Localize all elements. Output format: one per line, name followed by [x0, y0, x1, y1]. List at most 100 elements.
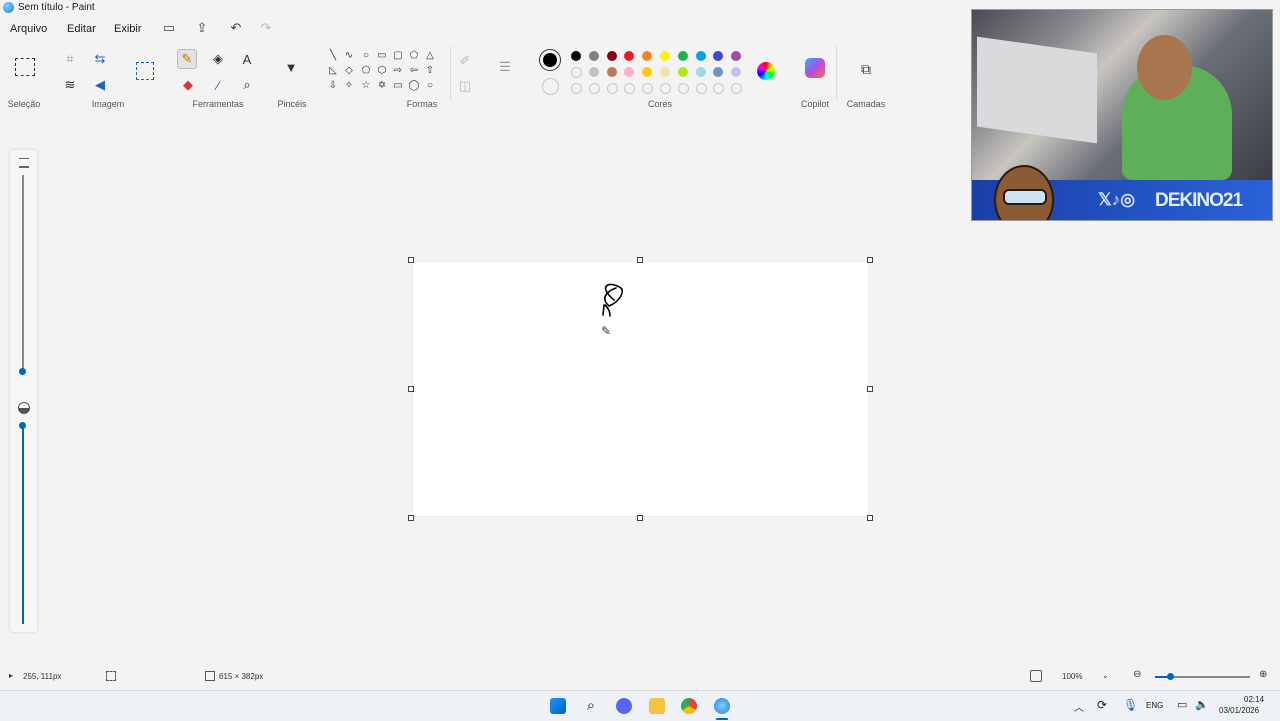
image-select-icon[interactable]	[136, 62, 154, 80]
save-icon[interactable]: ▭	[161, 20, 177, 36]
resize-handle-bottom-left[interactable]	[408, 515, 414, 521]
file-explorer-icon[interactable]	[649, 698, 665, 714]
color-swatch[interactable]	[588, 83, 600, 94]
color-swatch[interactable]	[571, 83, 582, 94]
color-swatch[interactable]	[677, 83, 689, 94]
color-swatch[interactable]	[606, 67, 617, 77]
color-swatch[interactable]	[731, 83, 743, 94]
color-swatch[interactable]	[713, 83, 725, 94]
rounded-rect-shape-icon[interactable]: ▢	[392, 50, 404, 62]
copilot-icon[interactable]	[805, 58, 825, 78]
color-swatch[interactable]	[624, 51, 635, 61]
color-swatch[interactable]	[677, 67, 688, 77]
brush-icon[interactable]: ▼	[282, 56, 300, 78]
zoom-out-icon[interactable]: ⊖	[1133, 669, 1141, 680]
language-indicator[interactable]: ENG	[1146, 701, 1163, 710]
resize-handle-top-right[interactable]	[867, 257, 873, 263]
text-icon[interactable]: A	[238, 50, 256, 68]
chrome-icon[interactable]	[681, 698, 697, 714]
chevron-up-icon[interactable]: ︿	[1074, 699, 1084, 714]
menu-file[interactable]: Arquivo	[10, 23, 47, 35]
color-swatch[interactable]	[695, 51, 706, 61]
color-swatch[interactable]	[606, 83, 618, 94]
resize-handle-bottom[interactable]	[637, 515, 643, 521]
zoom-slider-thumb[interactable]	[1167, 673, 1174, 680]
arrow-down-shape-icon[interactable]: ⇩	[327, 80, 339, 92]
remove-background-icon[interactable]: ≋	[61, 76, 79, 94]
pentagon-shape-icon[interactable]: ⬠	[360, 65, 372, 77]
network-icon[interactable]: ▭	[1177, 698, 1187, 711]
rectangle-shape-icon[interactable]: ▭	[376, 50, 388, 62]
clock-date[interactable]: 03/01/2026	[1219, 706, 1259, 715]
star4-shape-icon[interactable]: ✧	[343, 80, 355, 92]
color-swatch[interactable]	[731, 51, 742, 61]
eraser-icon[interactable]: ◆	[179, 76, 197, 94]
color-swatch[interactable]	[660, 67, 670, 77]
resize-handle-bottom-right[interactable]	[867, 515, 873, 521]
curve-shape-icon[interactable]: ∿	[343, 50, 355, 62]
size-slider-thumb[interactable]	[19, 368, 26, 375]
color-swatch[interactable]	[660, 51, 670, 61]
color-swatch[interactable]	[571, 67, 582, 78]
primary-color[interactable]	[539, 49, 561, 71]
color-swatch[interactable]	[588, 67, 599, 77]
selection-icon[interactable]	[15, 58, 35, 76]
color-swatch[interactable]	[642, 67, 653, 77]
star5-shape-icon[interactable]: ☆	[360, 80, 372, 92]
callout-rect-shape-icon[interactable]: ▭	[392, 80, 404, 92]
fit-to-window-icon[interactable]	[1030, 670, 1042, 682]
arrow-up-shape-icon[interactable]: ⇧	[424, 65, 436, 77]
secondary-color[interactable]	[542, 78, 559, 95]
diamond-shape-icon[interactable]: ◇	[343, 65, 355, 77]
pencil-icon[interactable]: ✎	[177, 49, 197, 69]
arrow-left-shape-icon[interactable]: ⇦	[408, 65, 420, 77]
color-swatch[interactable]	[588, 51, 599, 61]
arrow-right-shape-icon[interactable]: ⇨	[392, 65, 404, 77]
color-swatch[interactable]	[642, 51, 653, 61]
color-swatch[interactable]	[571, 51, 581, 61]
windows-start-icon[interactable]	[550, 698, 566, 714]
magnifier-icon[interactable]: ⌕	[238, 76, 256, 94]
color-swatch[interactable]	[660, 83, 671, 94]
color-swatch[interactable]	[642, 83, 654, 94]
resize-icon[interactable]: ⇆	[91, 50, 109, 68]
share-icon[interactable]: ⇪	[194, 20, 210, 36]
color-swatch[interactable]	[677, 51, 688, 61]
microphone-icon[interactable]: 🎙	[1123, 698, 1138, 712]
color-swatch[interactable]	[606, 51, 617, 61]
sync-icon[interactable]: ⟳	[1097, 698, 1107, 712]
triangle-shape-icon[interactable]: △	[424, 50, 436, 62]
color-swatch[interactable]	[731, 67, 742, 77]
callout-cloud-shape-icon[interactable]: ○	[424, 80, 436, 92]
drawing-canvas[interactable]: ✎	[413, 262, 868, 516]
opacity-slider-track[interactable]	[22, 428, 24, 624]
volume-icon[interactable]: 🔈	[1195, 698, 1209, 711]
right-triangle-shape-icon[interactable]: ◺	[327, 65, 339, 77]
shape-size-icon[interactable]: ☰	[496, 58, 514, 76]
color-swatch[interactable]	[713, 67, 724, 77]
undo-icon[interactable]: ↶	[228, 20, 244, 36]
paint-taskbar-icon[interactable]	[714, 698, 730, 714]
fill-icon[interactable]: ◈	[209, 50, 227, 68]
line-shape-icon[interactable]: ╲	[327, 50, 339, 62]
color-picker-icon[interactable]: ⁄	[209, 76, 227, 94]
search-icon[interactable]: ⌕	[583, 698, 599, 714]
color-swatch[interactable]	[624, 83, 636, 94]
zoom-in-icon[interactable]: ⊕	[1259, 669, 1267, 680]
color-swatch[interactable]	[695, 67, 706, 77]
callout-oval-shape-icon[interactable]: ◯	[408, 80, 420, 92]
resize-handle-top[interactable]	[637, 257, 643, 263]
rotate-icon[interactable]: ◀	[91, 76, 109, 94]
color-swatch[interactable]	[713, 51, 724, 61]
hexagon-shape-icon[interactable]: ⬡	[376, 65, 388, 77]
menu-view[interactable]: Exibir	[114, 23, 142, 35]
discord-icon[interactable]	[616, 698, 632, 714]
edit-colors-icon[interactable]	[757, 62, 775, 80]
resize-handle-left[interactable]	[408, 386, 414, 392]
zoom-dropdown[interactable]: 100% ⌄	[1058, 669, 1118, 683]
polygon-shape-icon[interactable]: ⬠	[408, 50, 420, 62]
crop-icon[interactable]: ⌗	[61, 50, 79, 68]
star6-shape-icon[interactable]: ✡	[376, 80, 388, 92]
layers-icon[interactable]: ⧉	[857, 60, 875, 78]
oval-shape-icon[interactable]: ○	[360, 50, 372, 62]
